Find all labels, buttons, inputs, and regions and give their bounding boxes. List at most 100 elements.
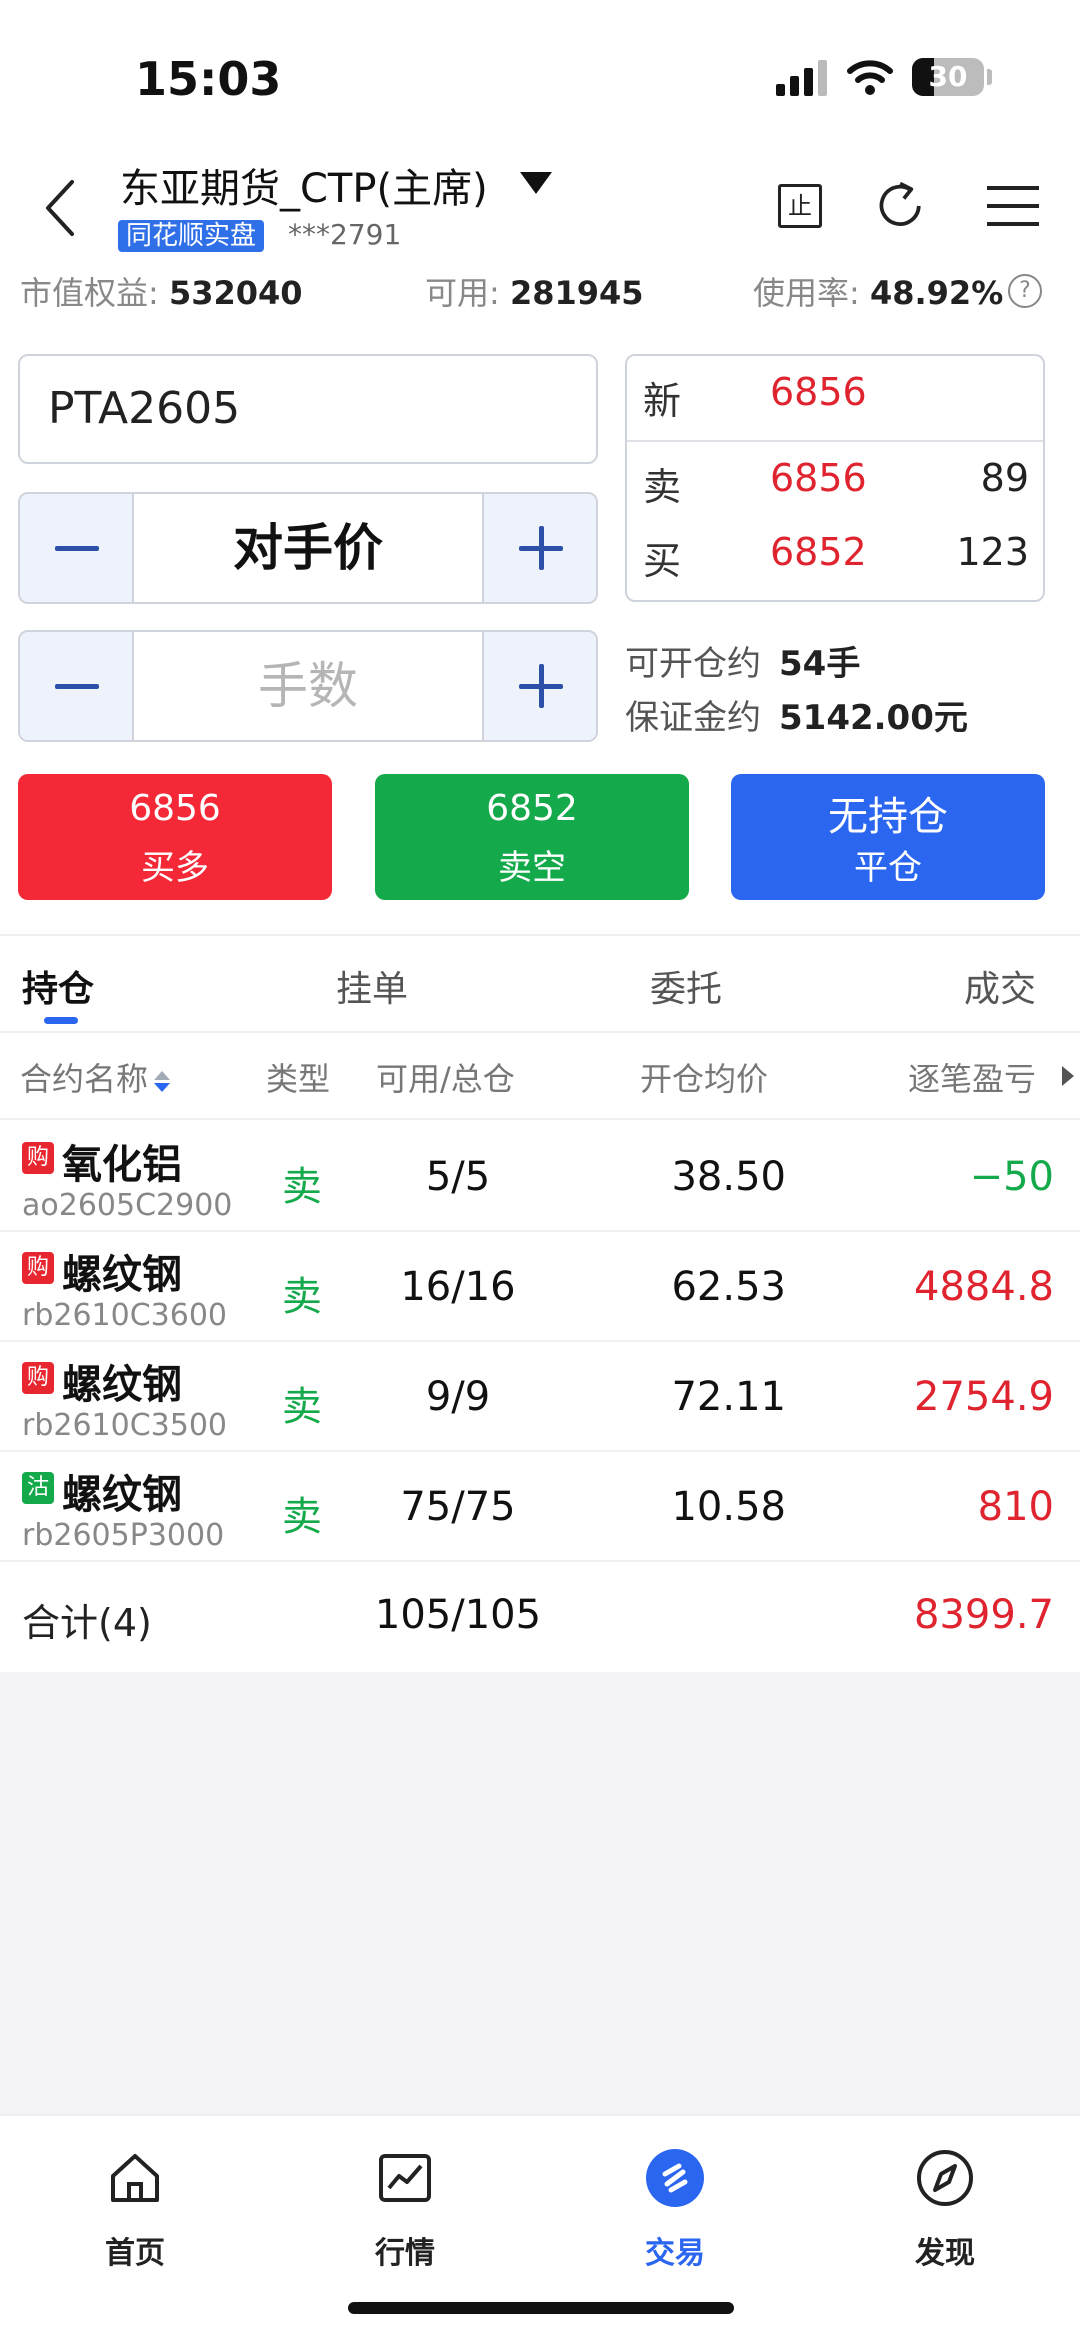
tab-orders[interactable]: 委托	[650, 960, 722, 1012]
market-equity-label: 市值权益:	[20, 274, 159, 312]
table-row[interactable]: 购 螺纹钢 rb2610C3600 卖 16/16 62.53 4884.8	[0, 1232, 1080, 1342]
nav-home[interactable]: 首页	[50, 2134, 220, 2284]
home-icon	[111, 2154, 159, 2202]
header-contract-name[interactable]: 合约名称	[20, 1054, 171, 1100]
nav-trade-label: 交易	[645, 2236, 705, 2271]
position-qty: 16/16	[400, 1264, 516, 1310]
usage-label: 使用率:	[753, 274, 860, 312]
lots-plus-button[interactable]	[482, 632, 596, 740]
pnl-value: 2754.9	[914, 1374, 1054, 1420]
ask-row[interactable]: 卖 6856 89	[627, 456, 1043, 516]
buy-price: 6856	[129, 788, 221, 829]
contract-name: 氧化铝	[62, 1142, 182, 1188]
ask-label: 卖	[643, 465, 682, 509]
position-qty: 75/75	[400, 1484, 516, 1530]
scroll-right-icon[interactable]	[1062, 1066, 1074, 1086]
account-badge: 同花顺实盘	[118, 220, 265, 252]
bid-volume: 123	[956, 530, 1029, 574]
quote-panel: 新 6856 卖 6856 89 买 6852 123	[625, 354, 1045, 602]
row-divider	[0, 1560, 1080, 1562]
back-icon[interactable]	[38, 176, 88, 240]
tab-trades[interactable]: 成交	[964, 960, 1036, 1012]
price-mode[interactable]: 对手价	[136, 494, 480, 602]
call-tag: 购	[22, 1142, 54, 1174]
table-row[interactable]: 沽 螺纹钢 rb2605P3000 卖 75/75 10.58 810	[0, 1452, 1080, 1562]
home-indicator[interactable]	[348, 2302, 734, 2314]
wifi-icon	[847, 60, 893, 95]
table-row[interactable]: 购 螺纹钢 rb2610C3500 卖 9/9 72.11 2754.9	[0, 1342, 1080, 1452]
price-plus-button[interactable]	[482, 494, 596, 602]
menu-icon[interactable]	[985, 178, 1041, 234]
sort-icon[interactable]	[154, 1067, 171, 1095]
row-divider	[0, 1118, 1080, 1120]
call-tag: 购	[22, 1252, 54, 1284]
close-label: 平仓	[854, 848, 922, 888]
pnl-value: 4884.8	[914, 1264, 1054, 1310]
ask-price: 6856	[770, 456, 867, 500]
nav-market-label: 行情	[375, 2236, 435, 2271]
total-label: 合计(4)	[22, 1601, 152, 1645]
lots-minus-button[interactable]	[20, 632, 134, 740]
contract-name: 螺纹钢	[62, 1472, 182, 1518]
sell-short-button[interactable]: 6852 卖空	[375, 774, 689, 900]
battery-level: 30	[928, 60, 968, 93]
nav-discover[interactable]: 发现	[860, 2134, 1030, 2284]
stop-icon[interactable]: 止	[778, 184, 822, 228]
call-tag: 购	[22, 1362, 54, 1394]
nav-market[interactable]: 行情	[320, 2134, 490, 2284]
price-minus-button[interactable]	[20, 494, 134, 602]
table-row[interactable]: 购 氧化铝 ao2605C2900 卖 5/5 38.50 −50	[0, 1122, 1080, 1232]
account-id: ***2791	[288, 218, 402, 251]
total-pnl: 8399.7	[914, 1592, 1054, 1638]
pnl-value: 810	[977, 1484, 1054, 1530]
bid-price: 6852	[770, 530, 867, 574]
nav-trade[interactable]: 交易	[590, 2134, 760, 2284]
contract-code-input[interactable]: PTA2605	[18, 354, 598, 464]
tab-positions[interactable]: 持仓	[22, 960, 94, 1012]
tabs-divider	[0, 1031, 1080, 1033]
account-title[interactable]: 东亚期货_CTP(主席)	[120, 156, 488, 214]
header-type: 类型	[266, 1060, 331, 1098]
contract-name: 螺纹钢	[62, 1252, 182, 1298]
latest-price: 6856	[770, 370, 867, 414]
nav-home-label: 首页	[105, 2236, 165, 2271]
buy-label: 买多	[141, 848, 209, 888]
nav-discover-label: 发现	[915, 2236, 975, 2271]
available-label: 可用:	[425, 274, 500, 312]
header-pnl: 逐笔盈亏	[908, 1060, 1037, 1098]
close-position-button[interactable]: 无持仓 平仓	[731, 774, 1045, 900]
tab-pending-orders[interactable]: 挂单	[336, 960, 408, 1012]
usage-rate: 使用率: 48.92%	[753, 268, 1003, 314]
sell-price: 6852	[486, 788, 578, 829]
position-type: 卖	[282, 1274, 322, 1320]
openable-label: 可开仓约	[625, 644, 761, 684]
dropdown-caret-icon[interactable]	[520, 172, 552, 194]
margin-value: 5142.00元	[779, 698, 968, 738]
quote-divider	[627, 440, 1043, 442]
refresh-icon[interactable]	[872, 178, 932, 234]
header-available-total: 可用/总仓	[376, 1060, 515, 1098]
avg-price: 72.11	[671, 1374, 786, 1420]
position-type: 卖	[282, 1164, 322, 1210]
sell-label: 卖空	[498, 848, 566, 888]
price-stepper: 对手价	[18, 492, 598, 604]
header-avg-open-price: 开仓均价	[640, 1060, 769, 1098]
lots-input[interactable]: 手数	[136, 632, 480, 740]
help-icon[interactable]: ?	[1008, 274, 1042, 308]
market-equity: 市值权益: 532040	[20, 268, 303, 314]
header-contract-name-label: 合约名称	[20, 1060, 149, 1098]
lots-stepper: 手数	[18, 630, 598, 742]
status-time: 15:03	[135, 52, 282, 106]
position-type: 卖	[282, 1384, 322, 1430]
margin-info: 保证金约 5142.00元	[625, 690, 968, 739]
discover-icon	[917, 2150, 973, 2206]
latest-row: 新 6856	[627, 370, 1043, 430]
buy-long-button[interactable]: 6856 买多	[18, 774, 332, 900]
pnl-value: −50	[969, 1154, 1054, 1200]
available-value: 281945	[509, 274, 644, 312]
avg-price: 38.50	[671, 1154, 786, 1200]
position-qty: 9/9	[425, 1374, 491, 1420]
bid-row[interactable]: 买 6852 123	[627, 530, 1043, 590]
margin-label: 保证金约	[625, 698, 761, 738]
contract-code: rb2605P3000	[22, 1518, 225, 1553]
